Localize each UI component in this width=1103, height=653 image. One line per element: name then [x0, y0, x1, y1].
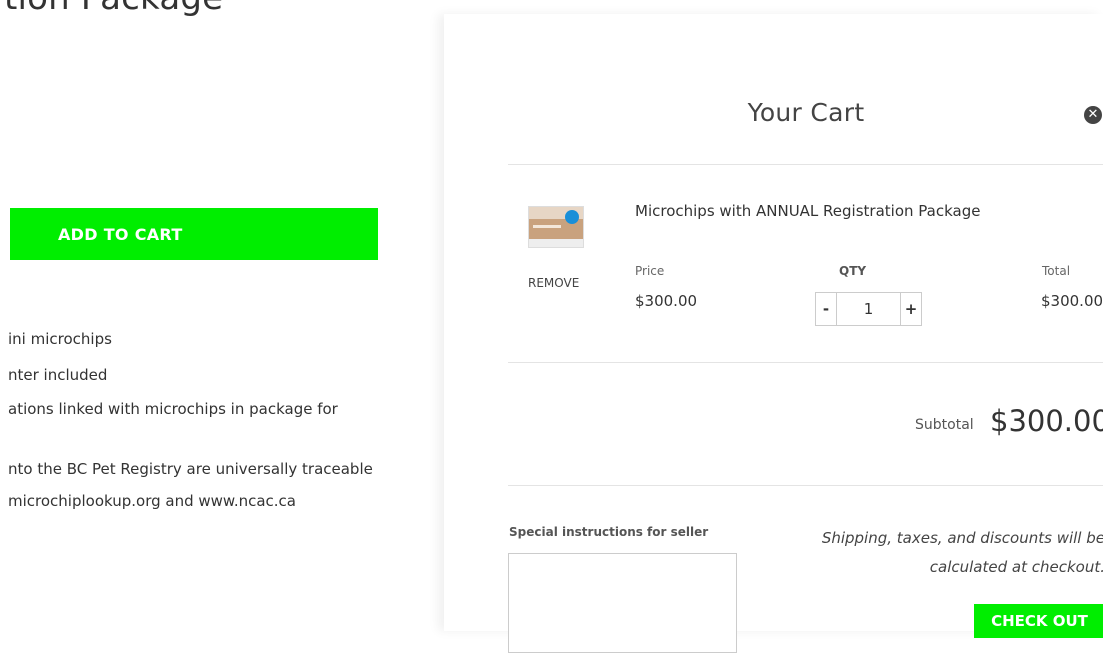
total-value: $300.00 — [1041, 292, 1103, 310]
quantity-stepper: - 1 + — [815, 292, 922, 326]
qty-input[interactable]: 1 — [837, 293, 900, 325]
product-title: tion Package — [4, 0, 223, 18]
feature-line: ini microchips — [8, 330, 112, 348]
feature-line: microchiplookup.org and www.ncac.ca — [8, 492, 296, 510]
price-label: Price — [635, 264, 665, 278]
cart-item-name[interactable]: Microchips with ANNUAL Registration Pack… — [635, 202, 980, 220]
divider — [508, 164, 1103, 165]
shipping-note: Shipping, taxes, and discounts will be c… — [805, 524, 1103, 582]
close-icon[interactable]: ✕ — [1084, 106, 1102, 124]
cart-drawer: Your Cart ✕ REMOVE Microchips with ANNUA… — [444, 14, 1103, 653]
checkout-button[interactable]: CHECK OUT — [974, 604, 1103, 638]
subtotal-label: Subtotal — [915, 417, 974, 433]
special-instructions-label: Special instructions for seller — [509, 525, 709, 539]
divider — [508, 485, 1103, 486]
subtotal-value: $300.00 — [990, 404, 1103, 438]
qty-decrease-button[interactable]: - — [816, 293, 837, 325]
cart-title: Your Cart — [747, 98, 865, 127]
total-label: Total — [1042, 264, 1071, 278]
qty-label: QTY — [839, 264, 867, 278]
product-page: tion Package ADD TO CART ini microchips … — [0, 0, 444, 631]
qty-increase-button[interactable]: + — [900, 293, 921, 325]
feature-line: nter included — [8, 366, 108, 384]
product-thumbnail — [528, 206, 584, 248]
shipping-note-line: Shipping, taxes, and discounts will be — [821, 529, 1103, 547]
feature-line: nto the BC Pet Registry are universally … — [8, 460, 373, 478]
add-to-cart-button[interactable]: ADD TO CART — [10, 208, 378, 260]
special-instructions-input[interactable] — [508, 553, 737, 653]
feature-line: ations linked with microchips in package… — [8, 400, 338, 418]
shipping-note-line: calculated at checkout. — [929, 558, 1103, 576]
divider — [508, 362, 1103, 363]
remove-item-link[interactable]: REMOVE — [528, 276, 579, 290]
price-value: $300.00 — [635, 292, 698, 310]
